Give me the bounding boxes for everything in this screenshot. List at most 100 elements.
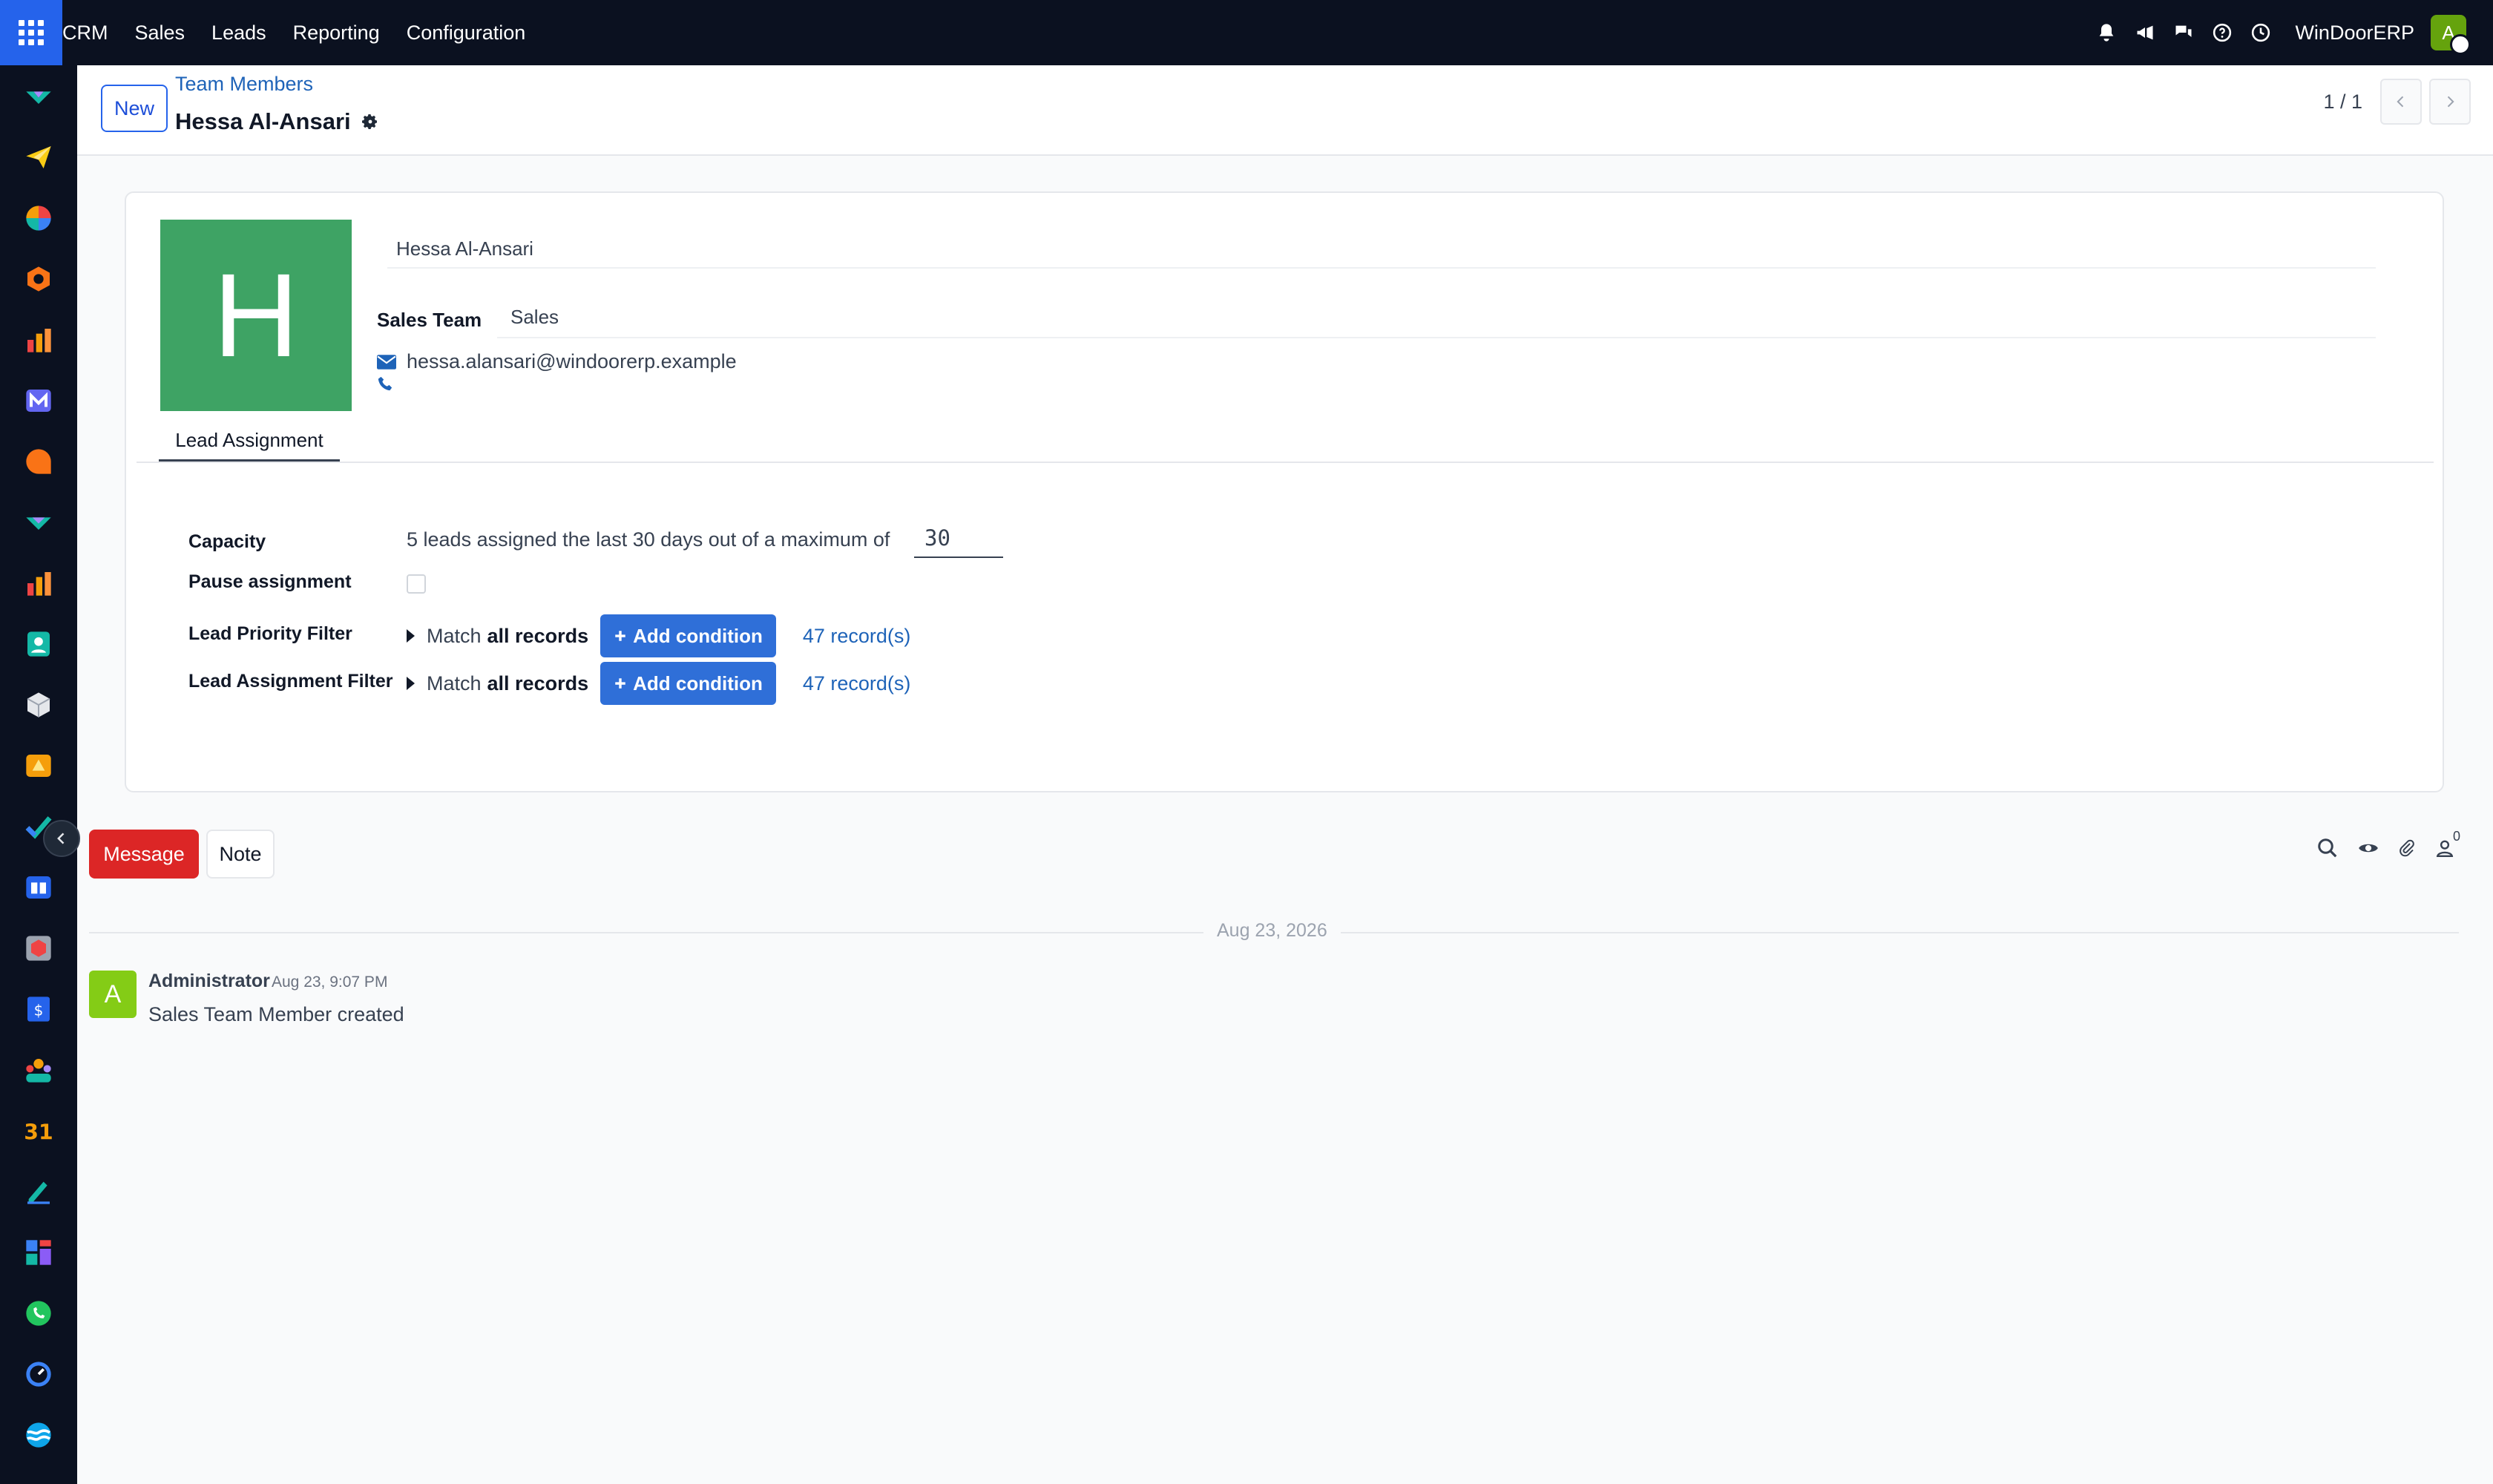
main-menu: CRM Sales Leads Reporting Configuration xyxy=(62,0,539,65)
plus-icon xyxy=(615,678,625,689)
pause-assignment-label: Pause assignment xyxy=(188,571,352,592)
new-button[interactable]: New xyxy=(101,85,168,132)
search-icon[interactable] xyxy=(2316,837,2339,859)
lead-priority-filter-label: Lead Priority Filter xyxy=(188,623,352,644)
menu-crm[interactable]: CRM xyxy=(62,22,122,45)
lead-assignment-filter-label: Lead Assignment Filter xyxy=(188,671,393,692)
match-prefix: Match xyxy=(427,672,482,695)
add-condition-label: Add condition xyxy=(633,672,763,695)
discuss-app-icon[interactable] xyxy=(22,80,55,113)
dashboard-app-icon[interactable] xyxy=(22,202,55,234)
match-value: all records xyxy=(487,624,589,647)
capacity-max-input[interactable]: 30 xyxy=(914,519,1003,558)
gear-icon[interactable] xyxy=(361,113,379,131)
chatter-toolbar: 0 xyxy=(2316,829,2462,859)
livechat-app-icon[interactable] xyxy=(22,445,55,478)
apps-grid-icon xyxy=(19,20,44,45)
record-title-text: Hessa Al-Ansari xyxy=(175,108,351,134)
calendar-app-icon[interactable]: 31 xyxy=(22,1114,55,1147)
member-email[interactable]: hessa.alansari@windoorerp.example xyxy=(407,350,737,373)
sign-app-icon[interactable] xyxy=(22,1175,55,1208)
bell-icon[interactable] xyxy=(2087,22,2126,43)
member-name-field[interactable]: Hessa Al-Ansari xyxy=(387,230,2376,269)
pager-value[interactable]: 1 / 1 xyxy=(2323,91,2362,114)
assignment-records-link[interactable]: 47 record(s) xyxy=(803,672,911,695)
breadcrumb-team-members[interactable]: Team Members xyxy=(175,73,313,96)
chevron-left-icon xyxy=(2397,96,2404,108)
pager: 1 / 1 xyxy=(2323,79,2471,125)
timesheet-app-icon[interactable] xyxy=(22,1358,55,1391)
cube-app-icon[interactable] xyxy=(22,932,55,965)
phone-row xyxy=(377,375,393,395)
phone-icon[interactable] xyxy=(377,375,393,392)
inventory-app-icon[interactable] xyxy=(22,689,55,721)
lead-priority-filter: Match all records Add condition 47 recor… xyxy=(407,614,910,657)
menu-leads[interactable]: Leads xyxy=(198,22,280,45)
pause-assignment-checkbox[interactable] xyxy=(407,574,426,594)
message-author-avatar[interactable]: A xyxy=(89,971,137,1018)
message-timestamp: Aug 23, 9:07 PM xyxy=(272,974,388,991)
lead-assignment-filter: Match all records Add condition 47 recor… xyxy=(407,662,910,705)
send-message-button[interactable]: Message xyxy=(89,830,199,879)
systray: WinDoorERP A xyxy=(2087,0,2493,65)
user-avatar[interactable]: A xyxy=(2431,15,2471,55)
add-condition-button[interactable]: Add condition xyxy=(600,662,776,705)
menu-configuration[interactable]: Configuration xyxy=(393,22,539,45)
caret-right-icon[interactable] xyxy=(407,677,415,690)
clock-icon[interactable] xyxy=(2241,23,2280,42)
menu-sales[interactable]: Sales xyxy=(122,22,199,45)
match-prefix: Match xyxy=(427,624,482,647)
followers-button[interactable]: 0 xyxy=(2435,829,2462,858)
crm-app-icon[interactable] xyxy=(22,506,55,539)
message-body: Sales Team Member created xyxy=(148,1003,404,1025)
invoicing-app-icon[interactable]: $ xyxy=(22,993,55,1025)
plus-icon xyxy=(615,631,625,641)
match-value: all records xyxy=(487,672,589,695)
page-title: Hessa Al-Ansari xyxy=(175,108,379,135)
pager-previous-button[interactable] xyxy=(2380,79,2422,125)
capacity-text: 5 leads assigned the last 30 days out of… xyxy=(407,528,890,551)
sidebar-collapse-button[interactable] xyxy=(43,820,80,857)
eye-icon[interactable] xyxy=(2358,839,2379,857)
caret-right-icon[interactable] xyxy=(407,629,415,643)
sales-app-icon[interactable] xyxy=(22,567,55,600)
hexagon-app-icon[interactable] xyxy=(22,263,55,295)
chevron-left-icon xyxy=(57,833,65,844)
website-app-icon[interactable] xyxy=(22,749,55,782)
date-separator: Aug 23, 2026 xyxy=(1203,920,1341,942)
whatsapp-app-icon[interactable] xyxy=(22,1297,55,1330)
menu-reporting[interactable]: Reporting xyxy=(280,22,393,45)
app-sidebar: $ 31 xyxy=(0,65,80,1484)
capacity-label: Capacity xyxy=(188,531,266,552)
megaphone-icon[interactable] xyxy=(2126,22,2164,43)
sales-team-label: Sales Team xyxy=(377,309,482,331)
email-row: hessa.alansari@windoorerp.example xyxy=(377,350,737,373)
wave-app-icon[interactable] xyxy=(22,1419,55,1451)
send-app-icon[interactable] xyxy=(22,141,55,174)
log-note-button[interactable]: Note xyxy=(206,830,275,879)
contacts-app-icon[interactable] xyxy=(22,628,55,660)
mail-app-icon[interactable] xyxy=(22,384,55,417)
pager-next-button[interactable] xyxy=(2429,79,2471,125)
sales-team-field[interactable]: Sales xyxy=(497,297,2376,338)
employees-app-icon[interactable] xyxy=(22,1054,55,1086)
member-avatar[interactable]: H xyxy=(160,220,352,411)
company-switcher[interactable]: WinDoorERP xyxy=(2295,22,2414,45)
apps-menu-button[interactable] xyxy=(0,0,62,65)
priority-records-link[interactable]: 47 record(s) xyxy=(803,625,911,648)
svg-text:$: $ xyxy=(34,1001,44,1019)
svg-text:31: 31 xyxy=(24,1120,53,1145)
presence-dot xyxy=(2450,34,2471,55)
reports-app-icon[interactable] xyxy=(22,324,55,356)
paperclip-icon[interactable] xyxy=(2398,838,2416,858)
message-author[interactable]: Administrator xyxy=(148,971,270,992)
chat-icon[interactable] xyxy=(2164,22,2203,43)
studio-app-icon[interactable] xyxy=(22,1236,55,1269)
add-condition-button[interactable]: Add condition xyxy=(600,614,776,657)
user-icon xyxy=(2436,840,2454,858)
tab-lead-assignment[interactable]: Lead Assignment xyxy=(159,424,340,462)
chevron-right-icon xyxy=(2447,96,2454,108)
knowledge-app-icon[interactable] xyxy=(22,871,55,904)
control-panel: New Team Members Hessa Al-Ansari 1 / 1 xyxy=(77,65,2493,156)
help-icon[interactable] xyxy=(2203,23,2241,42)
